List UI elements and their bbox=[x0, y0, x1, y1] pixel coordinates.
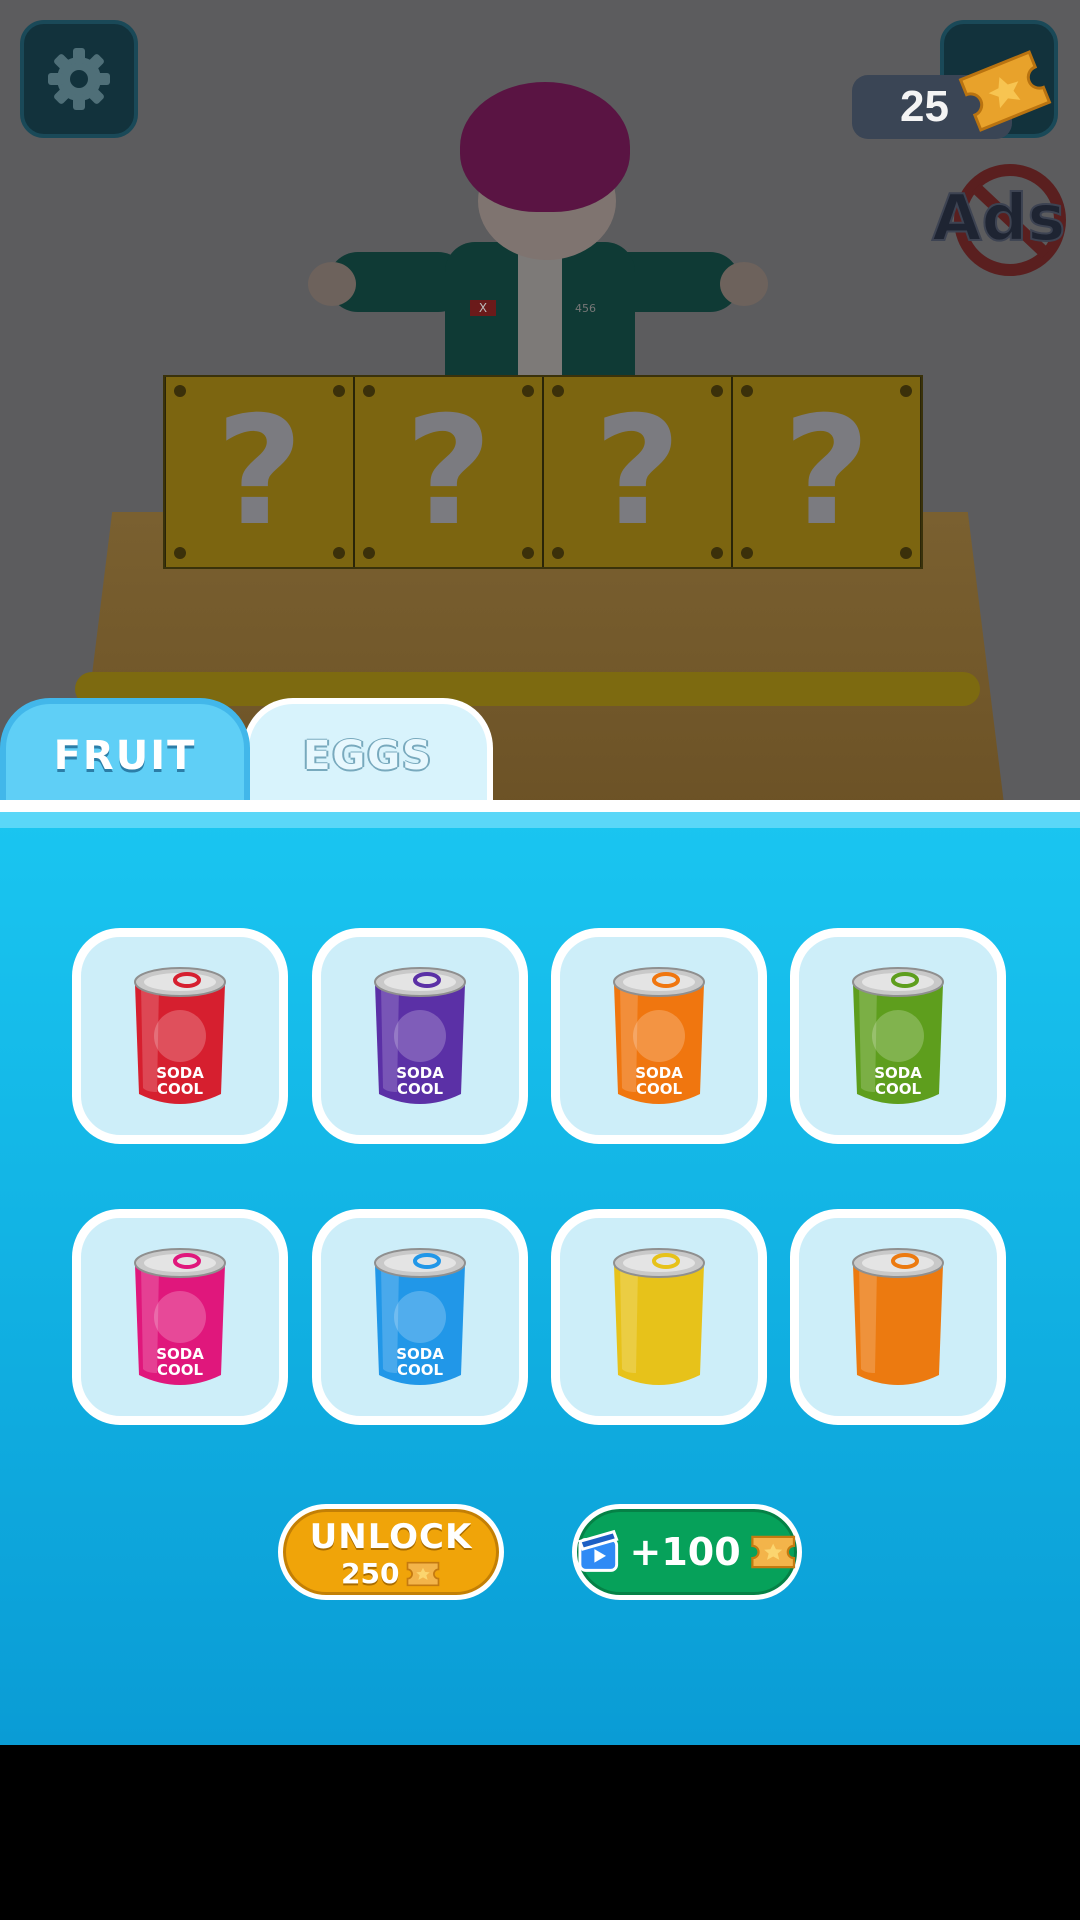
tab-eggs[interactable]: EGGS bbox=[243, 698, 493, 808]
gear-icon bbox=[48, 48, 110, 110]
item-card[interactable]: SODA COOL bbox=[551, 928, 767, 1144]
ticket-icon bbox=[406, 1561, 440, 1587]
mystery-box-row: ? ? ? ? bbox=[163, 375, 923, 569]
tab-fruit[interactable]: FRUIT bbox=[0, 698, 250, 808]
no-ads-label: Ads bbox=[932, 182, 1065, 256]
soda-can-icon: SODACOOL bbox=[374, 967, 466, 1104]
panel-border bbox=[0, 800, 1080, 812]
category-tabs: EGGS FRUIT bbox=[0, 698, 500, 808]
character-hair bbox=[460, 82, 630, 212]
item-card[interactable] bbox=[551, 1209, 767, 1425]
panel-highlight bbox=[0, 812, 1080, 828]
soda-can-icon: SODACOOL bbox=[134, 1248, 226, 1385]
mystery-box: ? bbox=[166, 377, 353, 567]
no-ads-button[interactable]: Ads bbox=[928, 158, 1076, 280]
character-right-hand bbox=[720, 262, 768, 306]
can-label: COOL bbox=[636, 1080, 683, 1098]
video-ad-icon bbox=[577, 1529, 619, 1572]
soda-can-icon bbox=[852, 1248, 944, 1385]
tab-label: EGGS bbox=[303, 733, 433, 779]
soda-can-icon bbox=[613, 1248, 705, 1385]
watch-ad-button[interactable]: +100 bbox=[572, 1504, 802, 1600]
item-card[interactable]: SODA COOL bbox=[312, 928, 528, 1144]
question-mark: ? bbox=[404, 385, 492, 559]
item-card[interactable]: SODA COOL bbox=[72, 1209, 288, 1425]
can-label: COOL bbox=[157, 1080, 204, 1098]
question-mark: ? bbox=[782, 385, 870, 559]
item-card[interactable]: SODA COOL bbox=[72, 928, 288, 1144]
unlock-label: UNLOCK bbox=[309, 1517, 473, 1557]
ad-reward-label: +100 bbox=[629, 1530, 741, 1574]
mystery-box: ? bbox=[544, 377, 731, 567]
can-label: COOL bbox=[157, 1361, 204, 1379]
mystery-box: ? bbox=[355, 377, 542, 567]
currency-amount: 25 bbox=[900, 82, 949, 131]
ticket-icon bbox=[750, 1535, 795, 1569]
jacket-patch: X bbox=[470, 300, 496, 316]
question-mark: ? bbox=[593, 385, 681, 559]
mystery-box: ? bbox=[733, 377, 920, 567]
soda-can-icon: SODACOOL bbox=[613, 967, 705, 1104]
can-label: COOL bbox=[397, 1080, 444, 1098]
can-label: COOL bbox=[397, 1361, 444, 1379]
character-left-hand bbox=[308, 262, 356, 306]
tab-label: FRUIT bbox=[53, 733, 197, 779]
item-card[interactable] bbox=[790, 1209, 1006, 1425]
bottom-bar bbox=[0, 1745, 1080, 1920]
unlock-price: 250 bbox=[340, 1557, 400, 1590]
character: X 456 bbox=[308, 70, 768, 406]
soda-can-icon: SODACOOL bbox=[852, 967, 944, 1104]
jacket-number: 456 bbox=[575, 302, 596, 315]
can-label: COOL bbox=[875, 1080, 922, 1098]
soda-can-icon: SODACOOL bbox=[134, 967, 226, 1104]
unlock-button[interactable]: UNLOCK 250 bbox=[278, 1504, 504, 1600]
soda-can-icon: SODACOOL bbox=[374, 1248, 466, 1385]
item-card[interactable]: SODA COOL bbox=[790, 928, 1006, 1144]
question-mark: ? bbox=[215, 385, 303, 559]
settings-button[interactable] bbox=[20, 20, 138, 138]
item-card[interactable]: SODA COOL bbox=[312, 1209, 528, 1425]
